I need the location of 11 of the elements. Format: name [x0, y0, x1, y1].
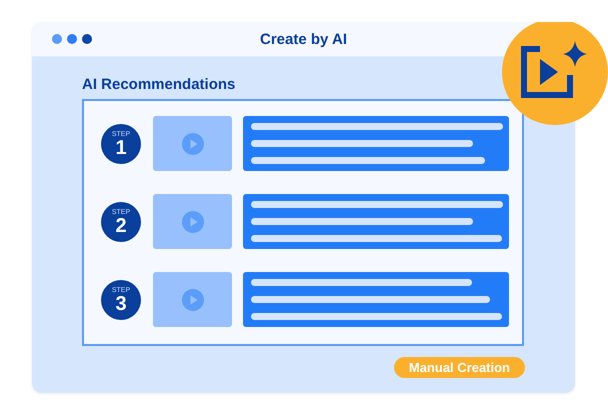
- step-number: 2: [115, 216, 127, 236]
- step-number: 3: [115, 294, 127, 314]
- window-title: Create by AI: [260, 30, 347, 48]
- play-icon: [182, 288, 204, 310]
- manual-creation-button[interactable]: Manual Creation: [394, 357, 525, 378]
- play-icon: [182, 132, 204, 154]
- section-heading: AI Recommendations: [82, 75, 236, 94]
- play-icon: [182, 210, 204, 232]
- step-number: 1: [115, 138, 127, 158]
- window-controls-icon: [52, 34, 92, 44]
- ai-video-icon: [502, 22, 608, 125]
